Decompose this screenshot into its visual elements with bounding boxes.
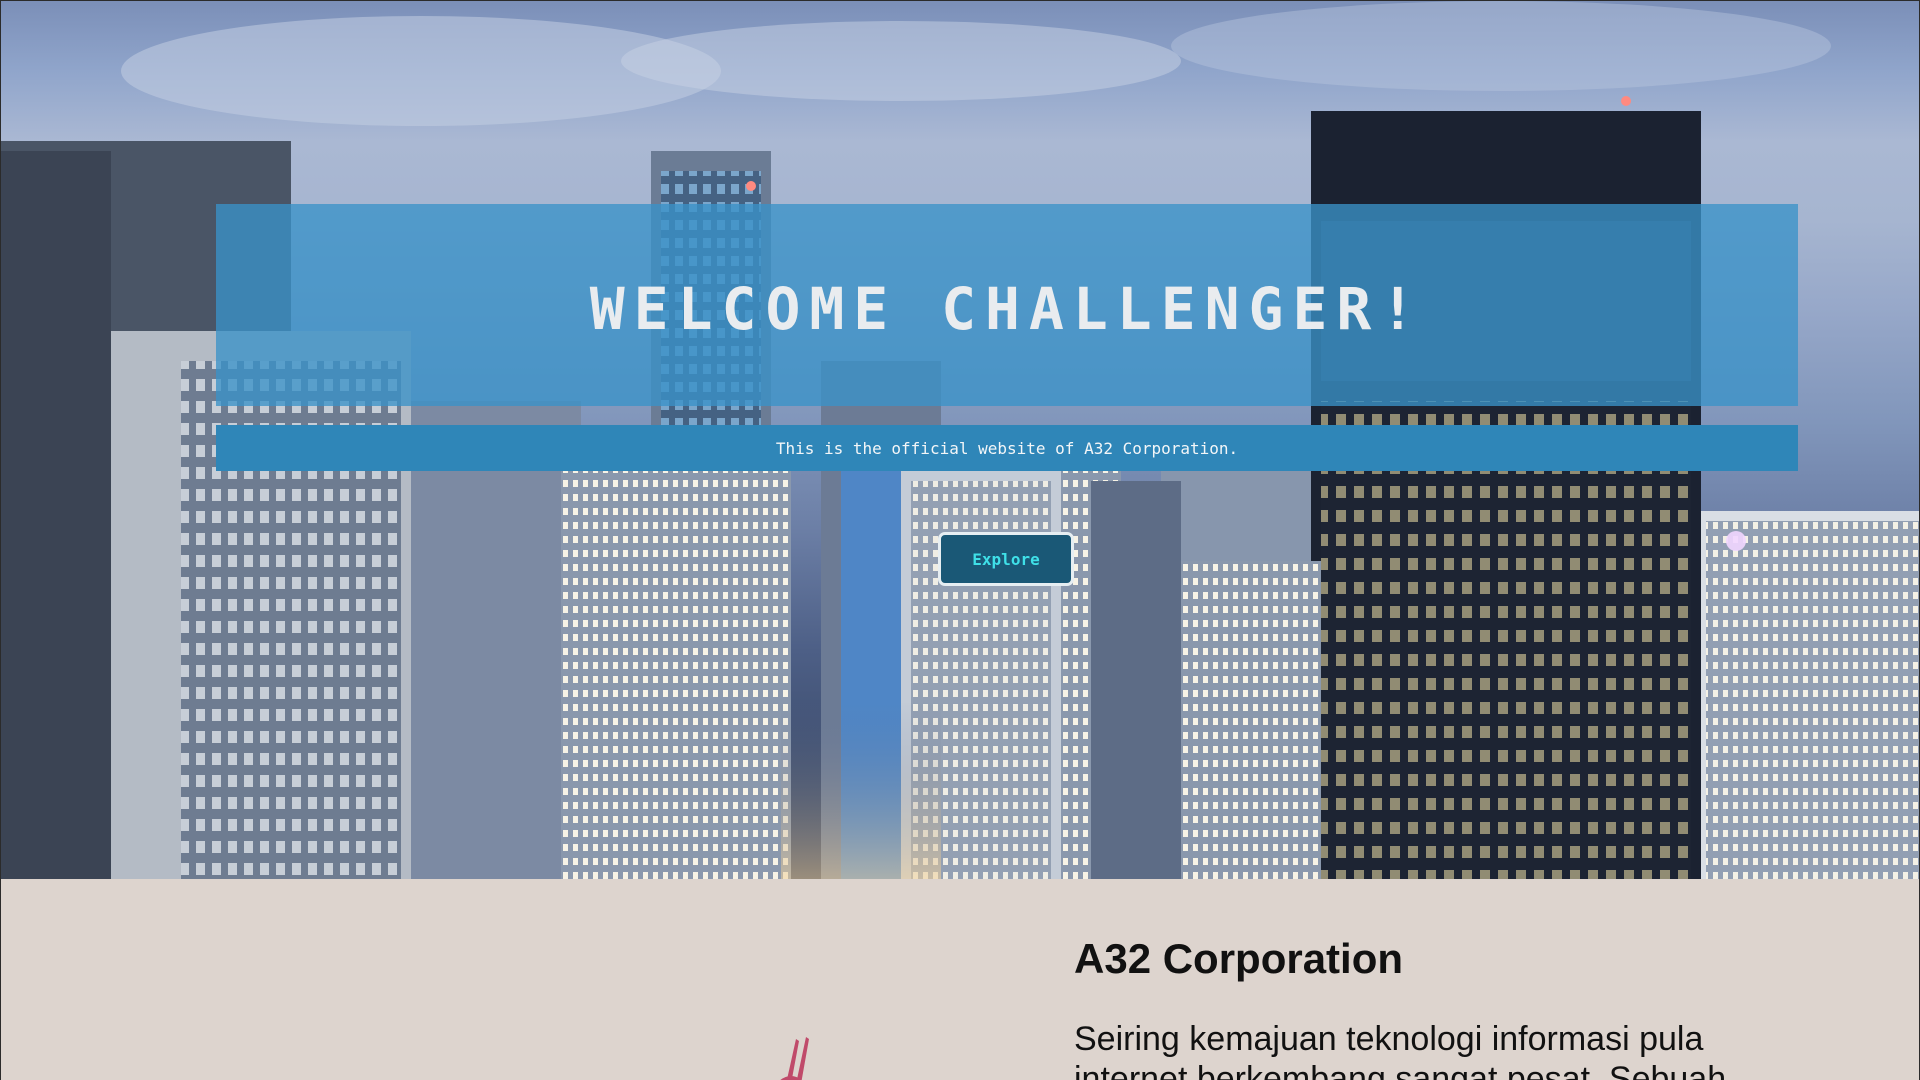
company-logo-icon <box>780 1037 809 1080</box>
explore-button[interactable]: Explore <box>938 532 1074 586</box>
about-title: A32 Corporation <box>1074 935 1404 982</box>
hero-section: WELCOME CHALLENGER! This is the official… <box>1 1 1919 879</box>
welcome-title: WELCOME CHALLENGER! <box>589 275 1425 343</box>
welcome-banner: WELCOME CHALLENGER! <box>216 204 1798 406</box>
tagline-text: This is the official website of A32 Corp… <box>775 438 1239 458</box>
about-section: A32 Corporation Seiring kemajuan teknolo… <box>1 879 1919 1080</box>
tagline-bar: This is the official website of A32 Corp… <box>216 425 1798 471</box>
page: WELCOME CHALLENGER! This is the official… <box>0 0 1920 1080</box>
about-paragraph: Seiring kemajuan teknologi informasi pul… <box>1074 1020 1727 1080</box>
